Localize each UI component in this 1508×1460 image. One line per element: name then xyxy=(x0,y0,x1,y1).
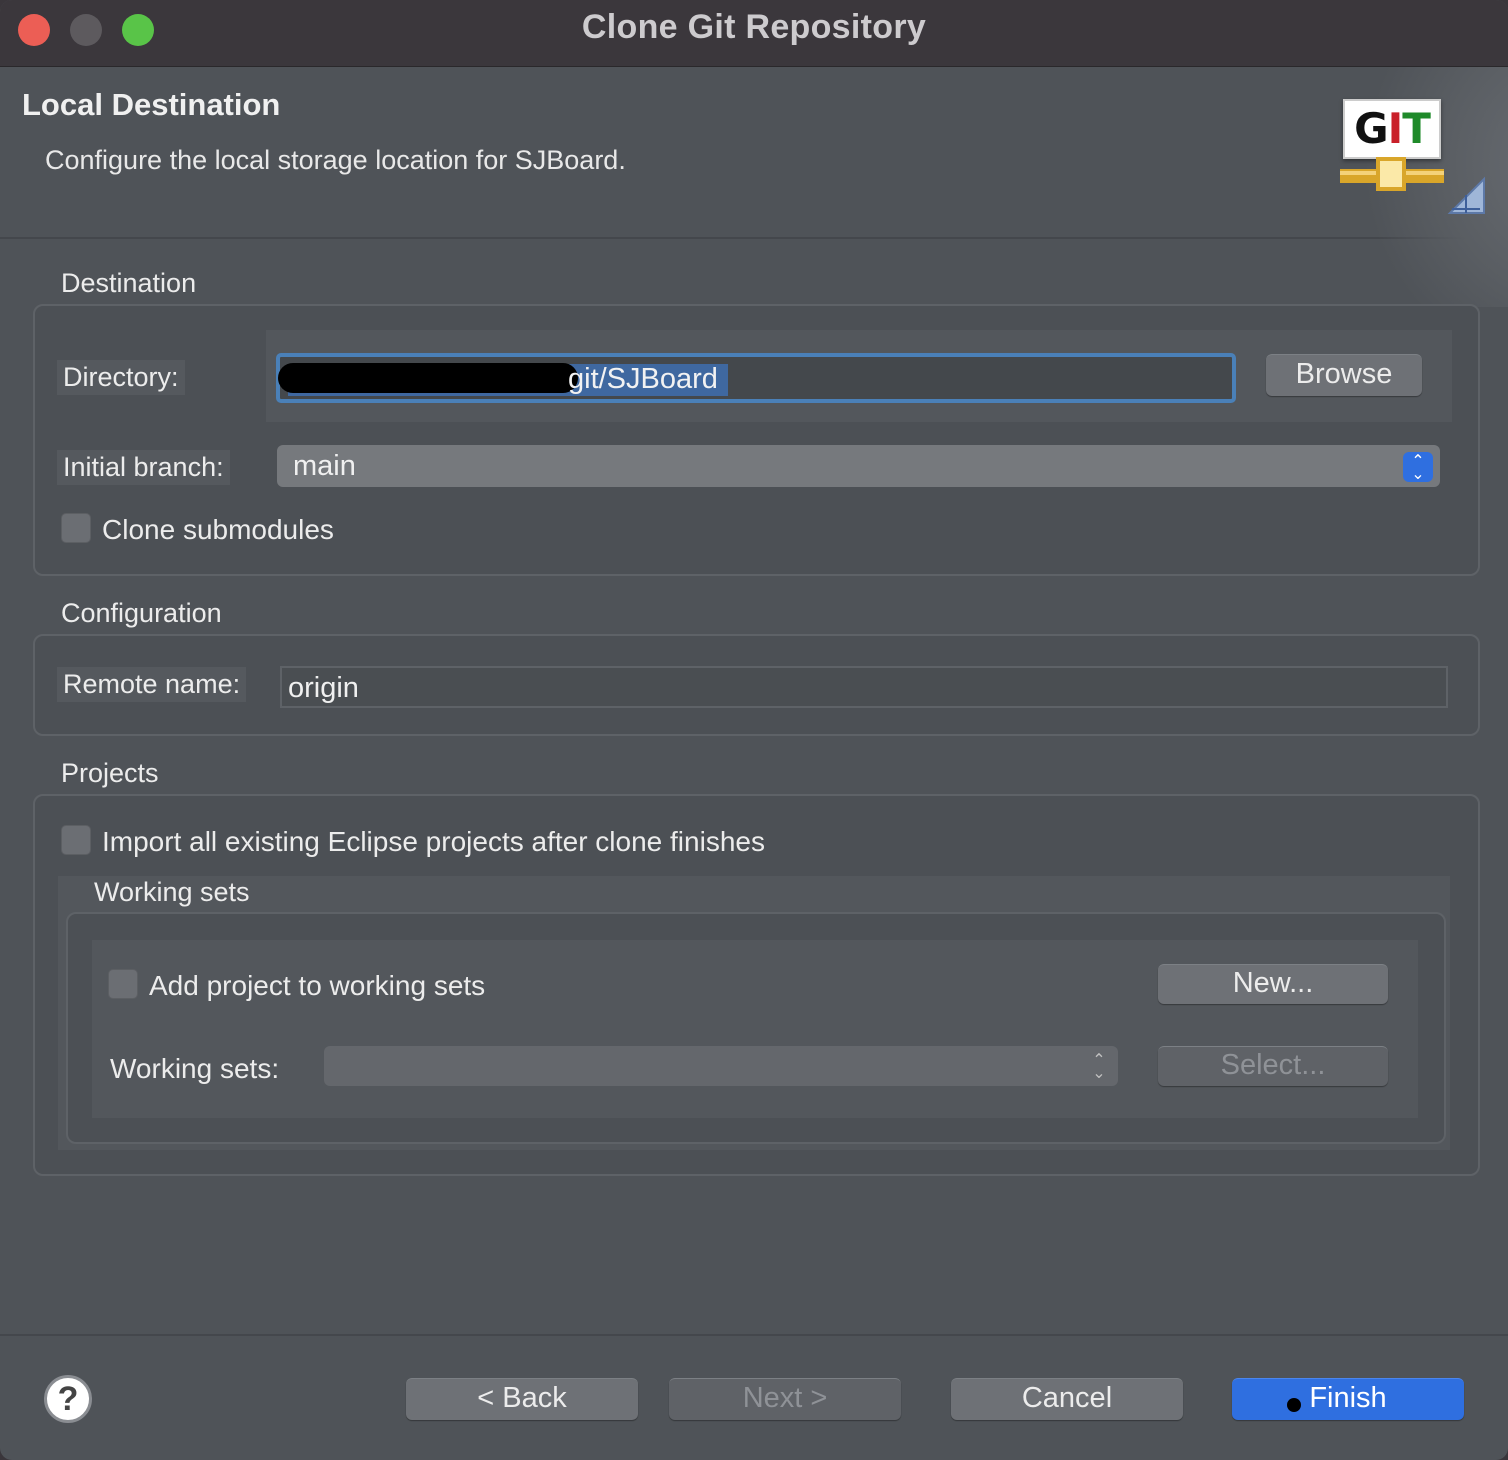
working-sets-select[interactable]: ⌃ ⌄ xyxy=(324,1046,1118,1086)
new-working-set-button[interactable]: New... xyxy=(1158,964,1388,1004)
directory-value: git/SJBoard xyxy=(568,363,718,395)
wizard-header: Local Destination Configure the local st… xyxy=(0,67,1508,307)
destination-group-label: Destination xyxy=(61,268,197,298)
browse-button[interactable]: Browse xyxy=(1266,354,1422,396)
window-title: Clone Git Repository xyxy=(581,8,927,46)
git-pipe-icon xyxy=(1340,157,1485,214)
remote-name-input[interactable]: origin xyxy=(280,666,1448,708)
remote-name-label: Remote name: xyxy=(57,667,247,702)
directory-input[interactable]: git/SJBoard xyxy=(276,353,1236,403)
working-sets-group-label: Working sets xyxy=(94,877,250,907)
chevron-up-down-icon: ⌃ ⌄ xyxy=(1403,452,1433,483)
footer-divider xyxy=(0,1334,1508,1336)
select-working-sets-button[interactable]: Select... xyxy=(1158,1046,1388,1086)
chevron-up-down-icon: ⌃ ⌄ xyxy=(1092,1052,1106,1082)
clone-submodules-checkbox[interactable] xyxy=(61,513,91,543)
page-description: Configure the local storage location for… xyxy=(45,145,626,175)
import-projects-label[interactable]: Import all existing Eclipse projects aft… xyxy=(102,826,765,858)
import-projects-checkbox[interactable] xyxy=(61,825,91,855)
finish-button[interactable]: Finish xyxy=(1232,1378,1464,1420)
help-icon[interactable]: ? xyxy=(44,1375,92,1423)
clone-submodules-label[interactable]: Clone submodules xyxy=(102,514,334,546)
mouse-cursor-marker xyxy=(1287,1398,1301,1412)
projects-group-label: Projects xyxy=(61,758,159,788)
configuration-group-label: Configuration xyxy=(61,598,222,628)
directory-label: Directory: xyxy=(57,360,185,395)
clone-git-repository-dialog: Clone Git Repository Local Destination C… xyxy=(0,0,1508,1460)
add-to-working-sets-checkbox[interactable] xyxy=(108,969,138,999)
page-title: Local Destination xyxy=(22,87,281,122)
initial-branch-label: Initial branch: xyxy=(57,450,230,485)
cancel-button[interactable]: Cancel xyxy=(951,1378,1183,1420)
redacted-path-mark xyxy=(278,363,578,393)
git-logo-icon: GIT xyxy=(1340,97,1508,217)
working-sets-field-label: Working sets: xyxy=(110,1053,280,1084)
initial-branch-value: main xyxy=(293,450,356,482)
initial-branch-select[interactable]: main ⌃ ⌄ xyxy=(277,445,1440,487)
next-button[interactable]: Next > xyxy=(669,1378,901,1420)
back-button[interactable]: < Back xyxy=(406,1378,638,1420)
title-bar: Clone Git Repository xyxy=(0,0,1508,67)
add-to-working-sets-label[interactable]: Add project to working sets xyxy=(149,970,485,1002)
